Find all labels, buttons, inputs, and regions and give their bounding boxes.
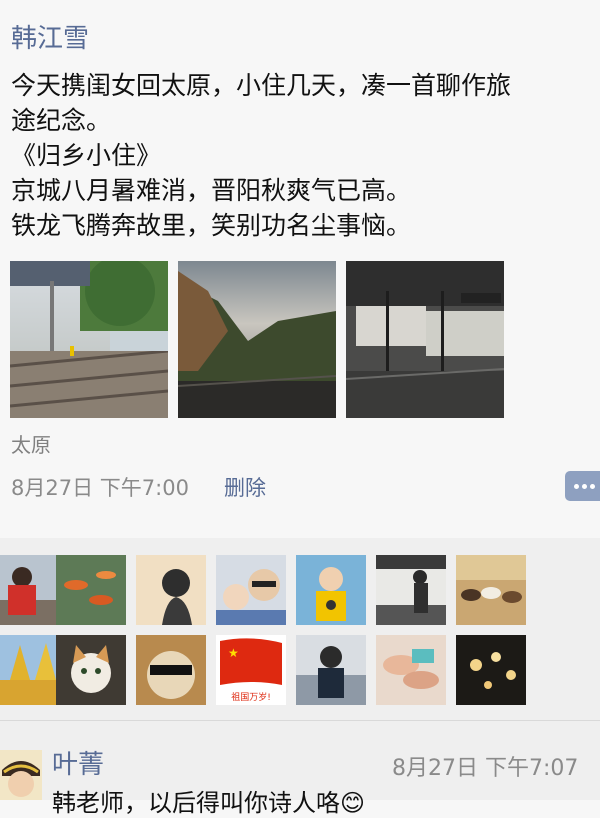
post-photo-station[interactable] (10, 261, 168, 418)
comment-avatar[interactable] (0, 750, 42, 800)
post-text: 今天携闺女回太原，小住几天，凑一首聊作旅 途纪念。 《归乡小住》 京城八月暑难消… (11, 71, 512, 240)
avatar-goldfish[interactable] (56, 555, 126, 625)
likes-panel: ★ 祖国万岁! (0, 538, 600, 720)
avatar-lights[interactable] (456, 635, 526, 705)
post-timestamp: 8月27日 下午7:00 (11, 473, 189, 503)
avatar-horses[interactable] (456, 555, 526, 625)
post-time: 下午7:00 (99, 476, 189, 500)
avatar-window-man[interactable] (376, 555, 446, 625)
comment-time: 下午7:07 (485, 756, 579, 781)
avatar-cool-cat[interactable] (136, 635, 206, 705)
avatar-flag[interactable]: ★ 祖国万岁! (216, 635, 286, 705)
post-location[interactable]: 太原 (11, 431, 51, 459)
comment-text: 韩老师，以后得叫你诗人咯😊 (52, 789, 366, 817)
svg-text:★: ★ (228, 646, 239, 660)
post-date: 8月27日 (11, 476, 94, 500)
comment-author-name[interactable]: 叶菁 (52, 748, 104, 782)
delete-link[interactable]: 删除 (224, 473, 266, 503)
avatar-hands[interactable] (376, 635, 446, 705)
post-photo-platform[interactable] (346, 261, 504, 418)
flag-caption: 祖国万岁! (231, 691, 271, 703)
comment-timestamp: 8月27日 下午7:07 (392, 754, 578, 784)
comment-date: 8月27日 (392, 756, 478, 781)
avatar-cat[interactable] (56, 635, 126, 705)
post-photo-train-window[interactable] (178, 261, 336, 418)
avatar-silhouette[interactable] (136, 555, 206, 625)
avatar-kid-yellow[interactable] (296, 555, 366, 625)
avatar-father-baby[interactable] (216, 555, 286, 625)
comment-more-icon[interactable] (565, 471, 600, 501)
avatar-man-water[interactable] (296, 635, 366, 705)
post-author-name[interactable]: 韩江雪 (11, 22, 89, 56)
